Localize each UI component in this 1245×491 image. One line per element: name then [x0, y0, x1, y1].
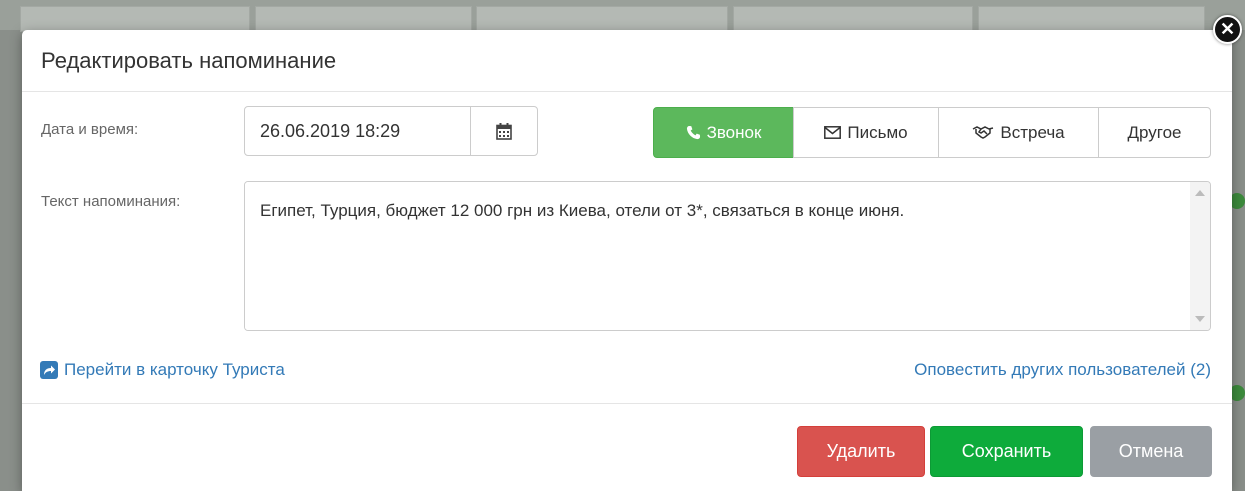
- type-meeting-label: Встреча: [1000, 122, 1065, 142]
- save-button[interactable]: Сохранить: [930, 426, 1083, 477]
- envelope-icon: [824, 126, 842, 139]
- type-meeting-button[interactable]: Встреча: [938, 107, 1099, 158]
- type-other-label: Другое: [1127, 122, 1182, 142]
- notify-users-link[interactable]: Оповестить других пользователей (2): [914, 360, 1211, 380]
- reminder-text-box: Египет, Турция, бюджет 12 000 грн из Кие…: [244, 181, 1211, 331]
- type-call-label: Звонок: [706, 122, 762, 142]
- footer-divider: [22, 403, 1232, 404]
- date-time-input[interactable]: [245, 107, 470, 155]
- calendar-button[interactable]: [470, 107, 537, 155]
- cancel-button[interactable]: Отмена: [1090, 426, 1212, 477]
- handshake-icon: [973, 126, 994, 139]
- phone-icon: [686, 125, 700, 140]
- type-letter-label: Письмо: [847, 122, 908, 142]
- header-divider: [22, 91, 1232, 92]
- reminder-text-input[interactable]: Египет, Турция, бюджет 12 000 грн из Кие…: [245, 182, 1190, 330]
- date-label: Дата и время:: [41, 121, 139, 138]
- type-call-button[interactable]: Звонок: [653, 107, 794, 158]
- scroll-up-arrow-icon[interactable]: [1195, 190, 1205, 196]
- edit-reminder-dialog: Редактировать напоминание Дата и время: …: [22, 30, 1232, 491]
- delete-button[interactable]: Удалить: [797, 426, 925, 477]
- dialog-title: Редактировать напоминание: [41, 48, 337, 73]
- scroll-down-arrow-icon[interactable]: [1195, 316, 1205, 322]
- reminder-text-label: Текст напоминания:: [41, 193, 181, 210]
- share-arrow-icon: [40, 361, 58, 379]
- type-letter-button[interactable]: Письмо: [793, 107, 939, 158]
- tourist-card-link[interactable]: Перейти в карточку Туриста: [40, 360, 285, 380]
- close-icon[interactable]: ✕: [1213, 15, 1242, 44]
- background-cell: [733, 6, 973, 32]
- calendar-icon: [496, 122, 512, 140]
- background-cell: [20, 6, 250, 32]
- textarea-scrollbar[interactable]: [1190, 182, 1210, 330]
- reminder-type-group: Звонок Письмо Встреча Другое: [653, 107, 1211, 158]
- background-cell: [476, 6, 728, 32]
- date-time-picker: [244, 106, 538, 156]
- tourist-card-link-label: Перейти в карточку Туриста: [64, 360, 285, 379]
- background-cell: [255, 6, 472, 32]
- background-cell: [978, 6, 1205, 32]
- type-other-button[interactable]: Другое: [1098, 107, 1211, 158]
